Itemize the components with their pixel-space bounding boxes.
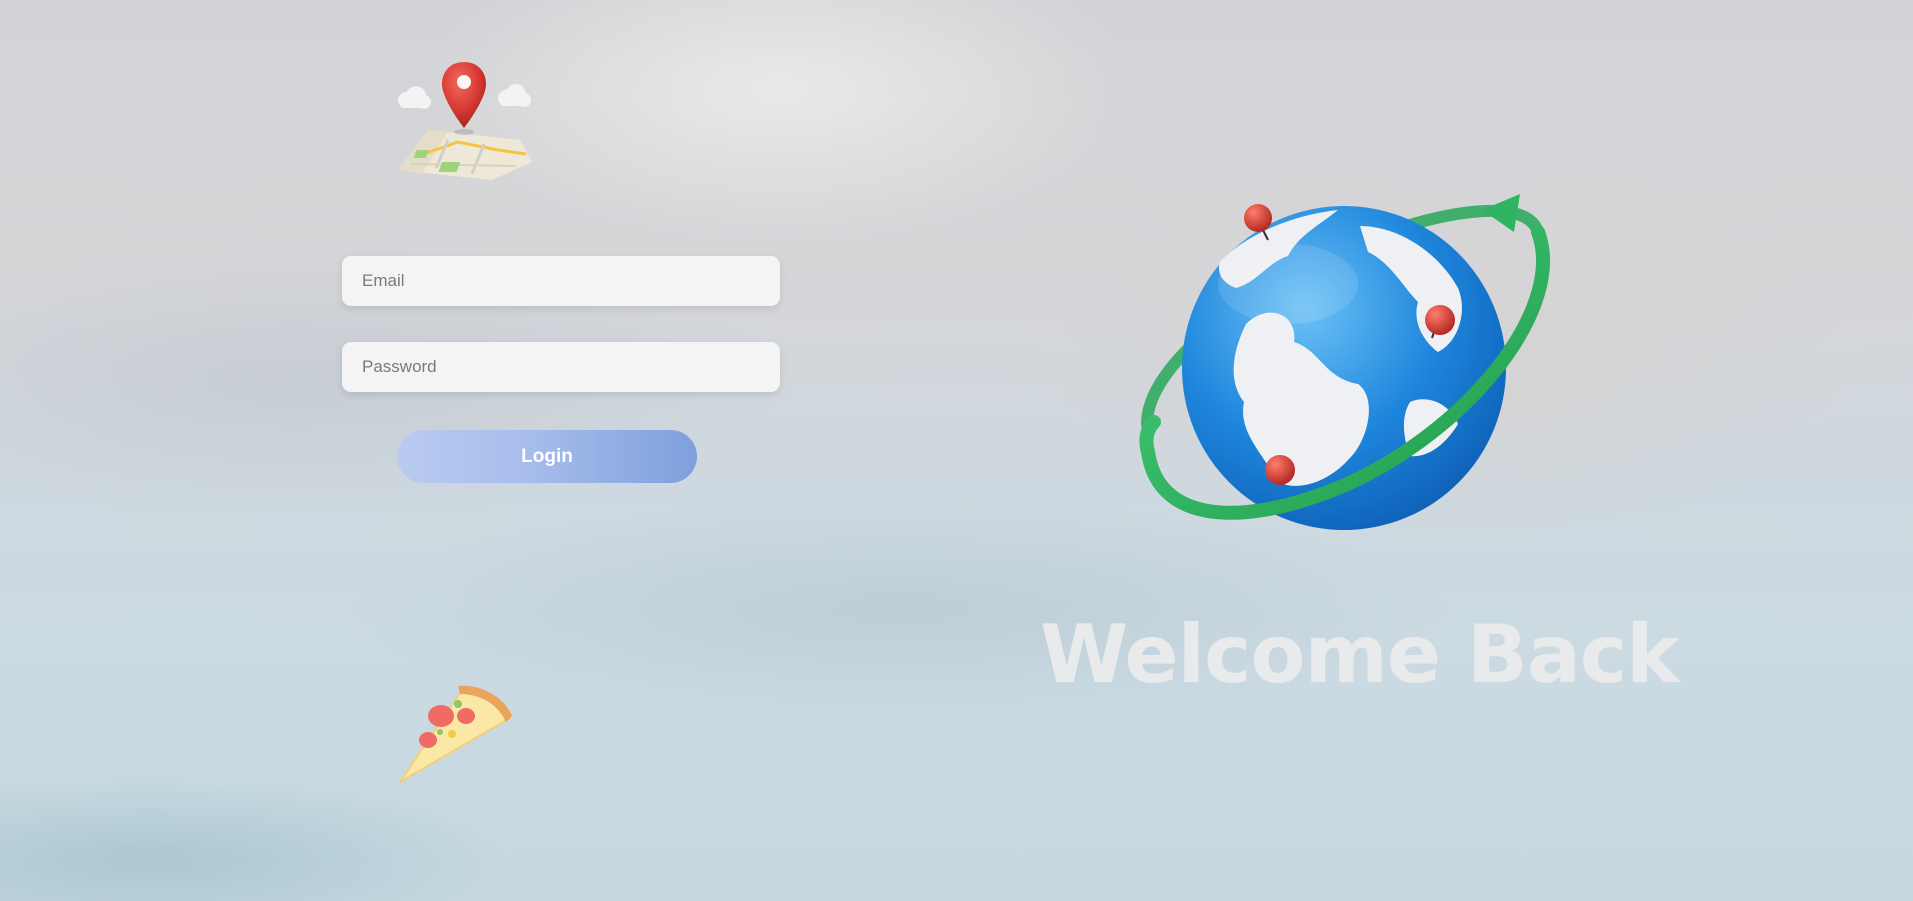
globe-icon <box>1128 192 1556 552</box>
map-pin-icon <box>388 58 536 184</box>
password-field[interactable] <box>342 342 780 392</box>
password-field-container <box>342 342 780 392</box>
login-page: Login <box>0 0 1913 901</box>
pizza-slice-icon <box>396 676 514 788</box>
email-field[interactable] <box>342 256 780 306</box>
login-button[interactable]: Login <box>397 430 697 483</box>
email-field-container <box>342 256 780 306</box>
welcome-heading: Welcome Back <box>1040 608 1680 701</box>
